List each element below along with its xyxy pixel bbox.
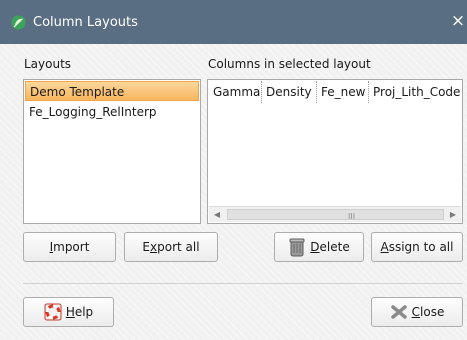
list-item-fe-logging[interactable]: Fe_Logging_RelInterp — [25, 102, 199, 122]
help-button[interactable]: Help — [23, 297, 114, 327]
scroll-thumb[interactable]: III — [227, 209, 444, 221]
export-all-button[interactable]: Ex port all — [124, 232, 218, 262]
help-mnemonic: H — [65, 305, 75, 319]
column-header[interactable]: Gamma — [209, 81, 262, 103]
close-button[interactable]: Close — [371, 297, 463, 327]
footer-separator — [23, 283, 463, 284]
export-all-mnemonic: x — [150, 240, 158, 254]
column-header[interactable]: Fe_new — [317, 81, 369, 103]
window-title: Column Layouts — [33, 15, 138, 30]
scroll-left-icon[interactable]: ◀ — [209, 207, 225, 222]
title-bar: Column Layouts × — [0, 0, 467, 44]
delete-label: elete — [319, 240, 350, 254]
scroll-right-icon[interactable]: ▶ — [445, 207, 461, 222]
horizontal-scrollbar[interactable]: ◀ III ▶ — [209, 206, 461, 222]
help-label: elp — [74, 305, 94, 319]
import-button[interactable]: Import — [23, 232, 116, 262]
export-all-label-pre: E — [142, 240, 151, 254]
columns-table: Gamma Density Fe_new Proj_Lith_Code ◀ II… — [207, 79, 463, 224]
scroll-grip: III — [348, 212, 356, 221]
leaf-logo-icon — [11, 15, 26, 30]
assign-to-all-label: ssign to all — [388, 240, 454, 254]
column-header[interactable]: Proj_Lith_Code — [369, 81, 462, 103]
x-mark-icon — [390, 305, 407, 319]
trash-can-icon — [289, 238, 305, 257]
delete-button[interactable]: Delete — [274, 232, 364, 262]
layouts-list[interactable]: Demo Template Fe_Logging_RelInterp — [23, 79, 201, 224]
close-label: lose — [420, 305, 445, 319]
lifebuoy-icon — [44, 303, 62, 321]
import-label: mport — [53, 240, 90, 254]
window-close-icon[interactable]: × — [449, 11, 467, 31]
assign-mnemonic: A — [380, 240, 389, 254]
list-item-demo-template[interactable]: Demo Template — [25, 81, 199, 101]
layouts-label: Layouts — [24, 57, 72, 71]
export-all-label: port all — [157, 240, 200, 254]
delete-mnemonic: D — [310, 240, 320, 254]
column-header[interactable]: Density — [262, 81, 317, 103]
close-mnemonic: C — [411, 305, 421, 319]
columns-label: Columns in selected layout — [208, 57, 371, 71]
assign-to-all-button[interactable]: Assign to all — [371, 232, 463, 262]
